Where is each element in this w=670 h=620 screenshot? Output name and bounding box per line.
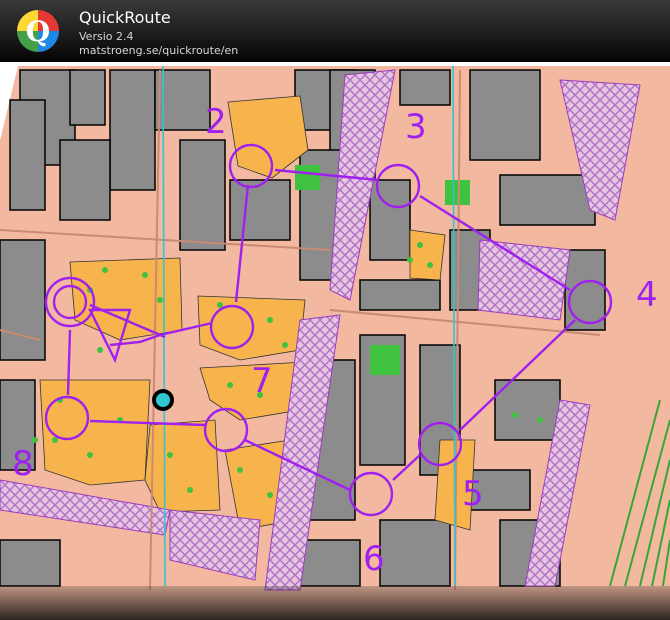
control-number-4: 4	[636, 275, 658, 315]
orienteering-map[interactable]: 2 3 4 5 6 7 8	[0, 62, 670, 620]
control-number-7: 7	[251, 361, 273, 401]
control-number-8: 8	[12, 444, 34, 484]
control-number-3: 3	[405, 107, 427, 147]
bottom-shadow	[0, 586, 670, 620]
app-title: QuickRoute	[79, 8, 171, 27]
quickroute-logo-icon: Q	[17, 10, 59, 52]
control-number-2: 2	[205, 102, 227, 142]
app-url[interactable]: matstroeng.se/quickroute/en	[79, 44, 238, 57]
logo-letter: Q	[26, 15, 50, 48]
app-version: Versio 2.4	[79, 30, 134, 43]
control-number-6: 6	[363, 539, 385, 579]
title-bar: Q QuickRoute Versio 2.4 matstroeng.se/qu…	[0, 0, 670, 62]
control-number-5: 5	[462, 474, 484, 514]
fountain-icon	[152, 389, 174, 411]
